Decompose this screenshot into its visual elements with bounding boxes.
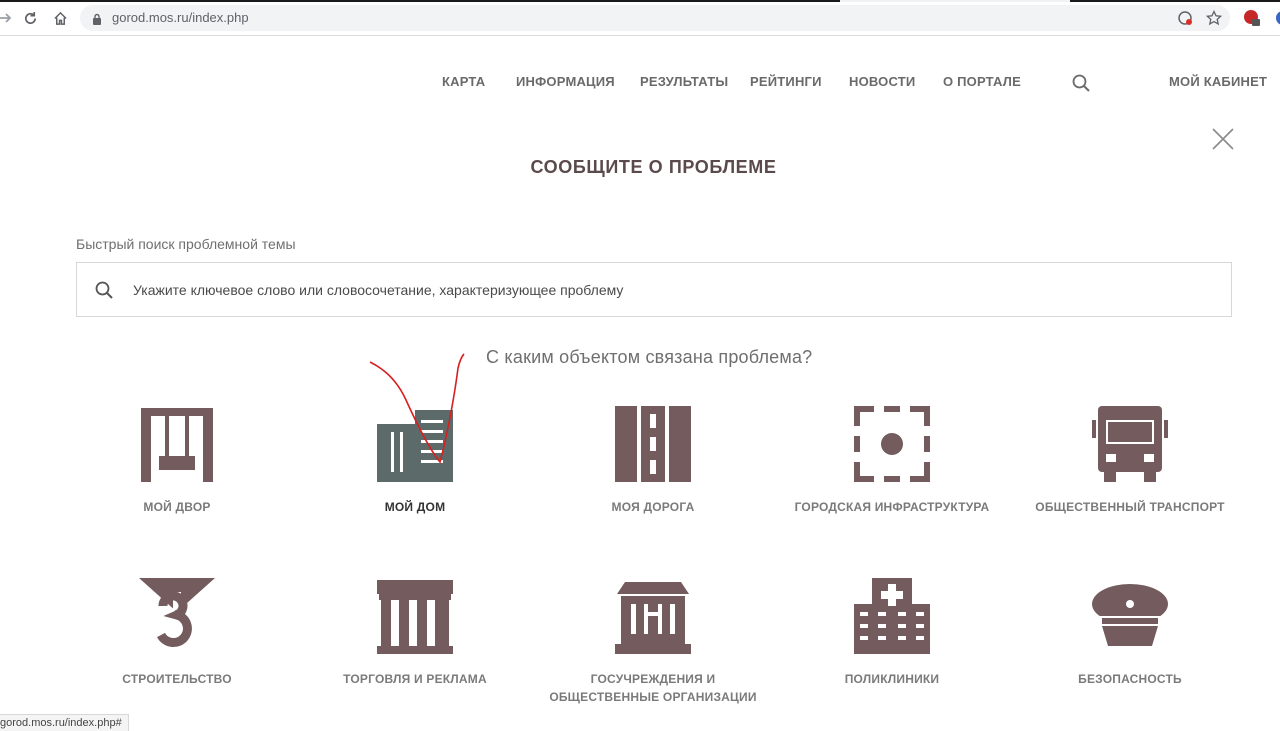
- nav-item-about[interactable]: О ПОРТАЛЕ: [943, 74, 1021, 89]
- category-construction[interactable]: СТРОИТЕЛЬСТВО: [57, 578, 297, 688]
- category-label: ТОРГОВЛЯ И РЕКЛАМА: [343, 672, 487, 686]
- category-label: БЕЗОПАСНОСТЬ: [1078, 672, 1182, 686]
- category-my-road[interactable]: МОЯ ДОРОГА: [533, 406, 773, 516]
- category-label: ПОЛИКЛИНИКИ: [844, 672, 940, 686]
- category-trade-advertising[interactable]: ТОРГОВЛЯ И РЕКЛАМА: [295, 578, 535, 688]
- object-question: С каким объектом связана проблема?: [486, 347, 813, 367]
- category-label: МОЯ ДОРОГА: [611, 500, 695, 514]
- category-polyclinics[interactable]: ПОЛИКЛИНИКИ: [772, 578, 1012, 688]
- category-label-line2: ОБЩЕСТВЕННЫЕ ОРГАНИЗАЦИИ: [549, 690, 757, 704]
- category-label: ГОРОДСКАЯ ИНФРАСТРУКТУРА: [794, 500, 990, 514]
- shop-icon: [377, 578, 453, 654]
- category-my-yard[interactable]: МОЙ ДВОР: [57, 406, 297, 516]
- search-icon[interactable]: [1072, 74, 1090, 97]
- government-building-icon: [615, 578, 691, 654]
- category-label: МОЙ ДОМ: [384, 500, 446, 514]
- infrastructure-icon: [854, 406, 930, 482]
- bookmark-star-icon[interactable]: [1205, 9, 1223, 27]
- category-city-infrastructure[interactable]: ГОРОДСКАЯ ИНФРАСТРУКТУРА: [772, 406, 1012, 516]
- nav-item-news[interactable]: НОВОСТИ: [849, 74, 915, 89]
- translate-icon[interactable]: [1176, 9, 1194, 27]
- road-icon: [615, 406, 691, 482]
- category-label: МОЙ ДВОР: [143, 500, 211, 514]
- search-box: [76, 262, 1232, 317]
- forward-icon[interactable]: [0, 9, 14, 27]
- extension-icon[interactable]: [1270, 9, 1280, 27]
- active-tab-edge: [840, 0, 1070, 2]
- nav-item-map[interactable]: КАРТА: [442, 74, 485, 89]
- lock-icon: [92, 12, 102, 30]
- nav-item-information[interactable]: ИНФОРМАЦИЯ: [516, 74, 615, 89]
- category-label: СТРОИТЕЛЬСТВО: [122, 672, 232, 686]
- category-label-line1: ГОСУЧРЕЖДЕНИЯ И: [590, 672, 716, 686]
- category-label: ГОСУЧРЕЖДЕНИЯ И ОБЩЕСТВЕННЫЕ ОРГАНИЗАЦИИ: [533, 670, 773, 706]
- search-label: Быстрый поиск проблемной темы: [76, 236, 296, 252]
- nav-item-results[interactable]: РЕЗУЛЬТАТЫ: [640, 74, 728, 89]
- bus-icon: [1092, 406, 1168, 482]
- my-cabinet-link[interactable]: МОЙ КАБИНЕТ: [1169, 74, 1267, 89]
- browser-toolbar: gorod.mos.ru/index.php: [0, 0, 1280, 36]
- category-government-organizations[interactable]: ГОСУЧРЕЖДЕНИЯ И ОБЩЕСТВЕННЫЕ ОРГАНИЗАЦИИ: [533, 578, 773, 706]
- search-icon: [95, 281, 113, 304]
- address-bar[interactable]: gorod.mos.ru/index.php: [80, 5, 1230, 31]
- adblock-extension-icon[interactable]: [1243, 9, 1261, 27]
- page-title: СООБЩИТЕ О ПРОБЛЕМЕ: [530, 157, 777, 177]
- crane-hook-icon: [139, 578, 215, 654]
- swing-icon: [139, 406, 215, 482]
- category-safety[interactable]: БЕЗОПАСНОСТЬ: [1010, 578, 1250, 688]
- nav-item-ratings[interactable]: РЕЙТИНГИ: [750, 74, 822, 89]
- reload-icon[interactable]: [21, 9, 39, 27]
- category-public-transport[interactable]: ОБЩЕСТВЕННЫЙ ТРАНСПОРТ: [1010, 406, 1250, 516]
- police-cap-icon: [1092, 578, 1168, 654]
- house-icon: [377, 406, 453, 482]
- home-icon[interactable]: [51, 9, 69, 27]
- category-label: ОБЩЕСТВЕННЫЙ ТРАНСПОРТ: [1035, 500, 1225, 514]
- status-bar-url: gorod.mos.ru/index.php#: [0, 714, 129, 731]
- search-input[interactable]: [133, 278, 1213, 302]
- close-icon[interactable]: [1212, 128, 1234, 150]
- category-my-house[interactable]: МОЙ ДОМ: [295, 406, 535, 516]
- hospital-icon: [854, 578, 930, 654]
- url-text: gorod.mos.ru/index.php: [112, 10, 249, 25]
- tab-strip: [0, 0, 1280, 2]
